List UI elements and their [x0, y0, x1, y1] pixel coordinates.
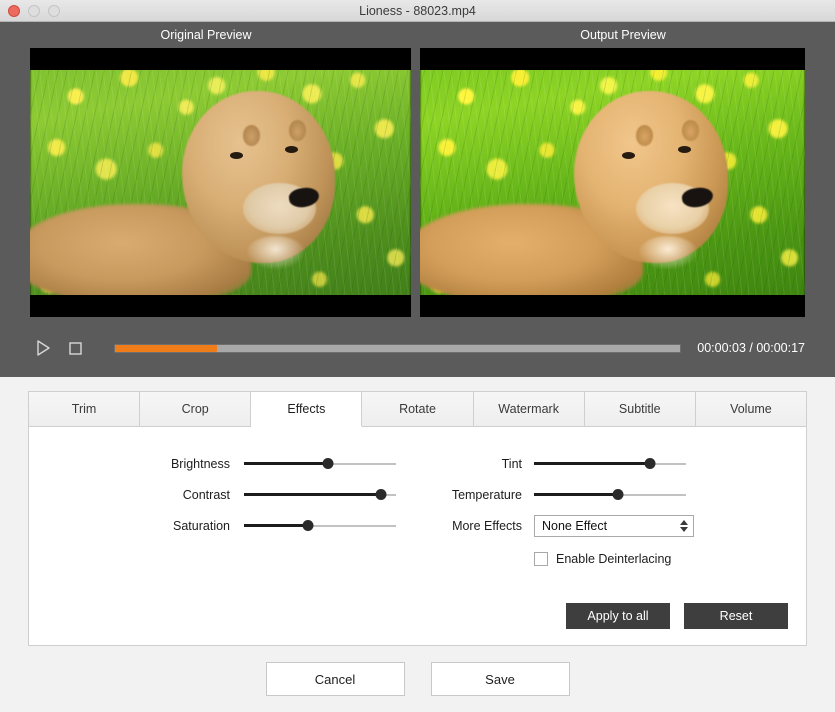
editor-tabs: Trim Crop Effects Rotate Watermark Subti… — [28, 391, 807, 427]
lioness-ear-left — [243, 125, 260, 146]
slider-fill — [244, 462, 328, 465]
slider-knob[interactable] — [302, 520, 313, 531]
lioness-eye-left — [230, 152, 243, 159]
effects-left-column: Brightness Contrast — [29, 448, 419, 566]
slider-fill — [534, 462, 650, 465]
slider-knob[interactable] — [612, 489, 623, 500]
slider-knob[interactable] — [644, 458, 655, 469]
tab-trim[interactable]: Trim — [28, 391, 140, 427]
contrast-slider[interactable] — [244, 485, 396, 505]
play-icon[interactable] — [30, 335, 56, 361]
lioness-ear-right — [289, 120, 306, 141]
effects-right-column: Tint Temperature — [419, 448, 789, 566]
window-traffic-lights — [8, 5, 60, 17]
effects-panel: Brightness Contrast — [28, 426, 807, 646]
enable-deinterlacing-checkbox[interactable] — [534, 552, 548, 566]
reset-button[interactable]: Reset — [684, 603, 788, 629]
letterbox-bottom — [420, 295, 805, 317]
slider-knob[interactable] — [375, 489, 386, 500]
tab-crop[interactable]: Crop — [140, 391, 251, 427]
more-effects-value: None Effect — [542, 519, 607, 533]
playback-progress-bar[interactable] — [114, 344, 681, 353]
brightness-label: Brightness — [39, 457, 244, 471]
preview-panes — [0, 48, 835, 317]
tab-effects[interactable]: Effects — [251, 391, 362, 427]
preview-area: Original Preview Output Preview — [0, 22, 835, 377]
saturation-slider[interactable] — [244, 516, 396, 536]
tab-watermark[interactable]: Watermark — [474, 391, 585, 427]
more-effects-row: More Effects None Effect — [419, 510, 789, 541]
chevron-up-icon[interactable] — [680, 520, 688, 525]
lioness-ear-left — [636, 125, 653, 146]
playback-progress-fill — [115, 345, 217, 352]
lioness-head — [574, 91, 728, 263]
close-button[interactable] — [8, 5, 20, 17]
letterbox-top — [30, 48, 411, 70]
chevron-down-icon[interactable] — [680, 527, 688, 532]
temperature-row: Temperature — [419, 479, 789, 510]
tint-row: Tint — [419, 448, 789, 479]
slider-fill — [244, 524, 308, 527]
original-preview-video[interactable] — [30, 48, 411, 317]
stepper-icon[interactable] — [680, 520, 688, 532]
lioness-chin — [639, 236, 697, 268]
tab-rotate[interactable]: Rotate — [362, 391, 473, 427]
minimize-button[interactable] — [28, 5, 40, 17]
output-preview-video[interactable] — [420, 48, 805, 317]
apply-to-all-button[interactable]: Apply to all — [566, 603, 670, 629]
output-preview-label: Output Preview — [423, 28, 823, 42]
more-effects-select[interactable]: None Effect — [534, 515, 694, 537]
saturation-label: Saturation — [39, 519, 244, 533]
original-preview-label: Original Preview — [0, 28, 412, 42]
video-frame-lioness — [420, 48, 805, 317]
cancel-button[interactable]: Cancel — [266, 662, 405, 696]
temperature-label: Temperature — [419, 488, 534, 502]
dialog-footer: Cancel Save — [0, 646, 835, 712]
video-frame-lioness — [30, 48, 411, 317]
brightness-row: Brightness — [39, 448, 419, 479]
enable-deinterlacing-label[interactable]: Enable Deinterlacing — [556, 552, 671, 566]
lioness-ear-right — [682, 120, 699, 141]
lioness-head — [182, 91, 334, 263]
preview-labels: Original Preview Output Preview — [0, 22, 835, 48]
letterbox-top — [420, 48, 805, 70]
effects-actions: Apply to all Reset — [566, 603, 788, 629]
tab-subtitle[interactable]: Subtitle — [585, 391, 696, 427]
time-display: 00:00:03 / 00:00:17 — [697, 341, 805, 355]
save-button[interactable]: Save — [431, 662, 570, 696]
window-title: Lioness - 88023.mp4 — [0, 0, 835, 22]
contrast-label: Contrast — [39, 488, 244, 502]
editor-section: Trim Crop Effects Rotate Watermark Subti… — [0, 377, 835, 646]
stop-icon[interactable] — [62, 335, 88, 361]
tab-volume[interactable]: Volume — [696, 391, 807, 427]
contrast-row: Contrast — [39, 479, 419, 510]
saturation-row: Saturation — [39, 510, 419, 541]
deinterlacing-row: Enable Deinterlacing — [534, 552, 789, 566]
brightness-slider[interactable] — [244, 454, 396, 474]
effects-controls: Brightness Contrast — [29, 448, 806, 566]
letterbox-bottom — [30, 295, 411, 317]
tint-slider[interactable] — [534, 454, 686, 474]
lioness-chin — [247, 236, 304, 268]
slider-knob[interactable] — [322, 458, 333, 469]
slider-fill — [534, 493, 618, 496]
more-effects-label: More Effects — [419, 519, 534, 533]
tint-label: Tint — [419, 457, 534, 471]
temperature-slider[interactable] — [534, 485, 686, 505]
player-controls: 00:00:03 / 00:00:17 — [0, 319, 835, 377]
title-bar: Lioness - 88023.mp4 — [0, 0, 835, 22]
maximize-button[interactable] — [48, 5, 60, 17]
slider-fill — [244, 493, 381, 496]
lioness-eye-left — [622, 152, 635, 159]
video-editor-window: Lioness - 88023.mp4 Original Preview Out… — [0, 0, 835, 712]
